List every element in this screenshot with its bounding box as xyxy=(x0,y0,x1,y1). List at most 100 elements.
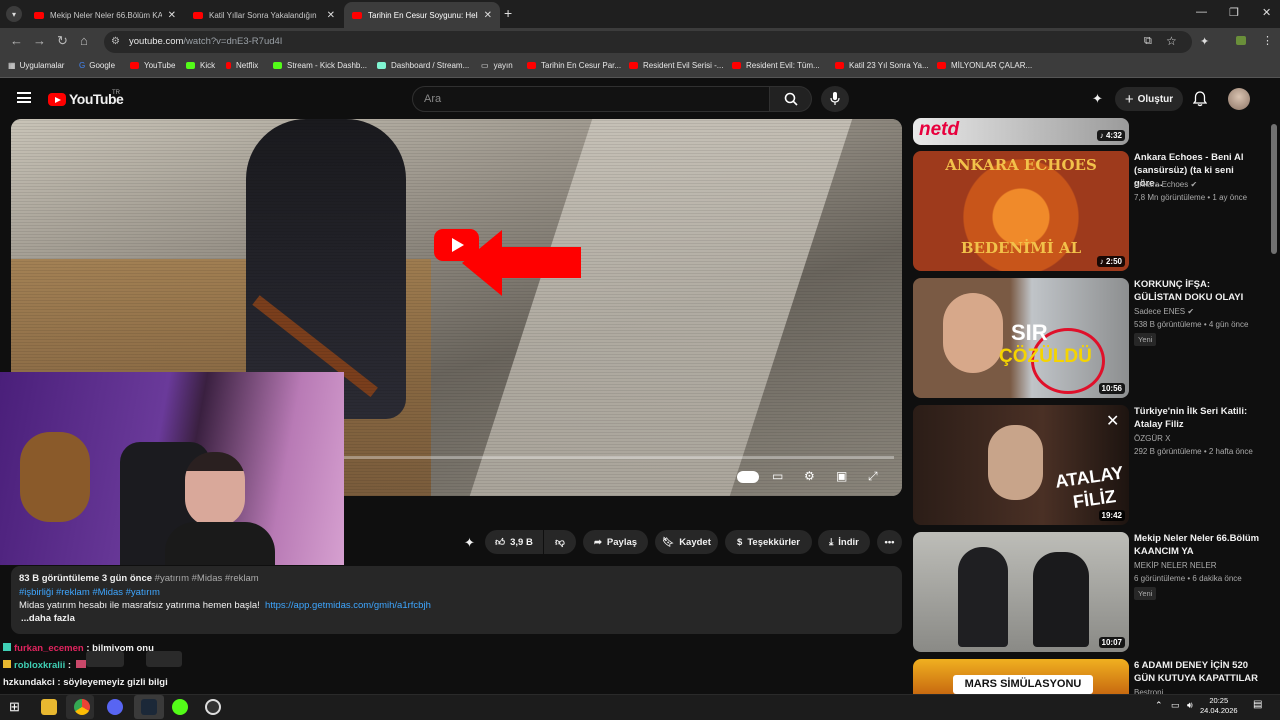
bookmark-google[interactable]: G Google xyxy=(79,61,115,70)
browser-tab-active[interactable]: Tarihin En Cesur Soygunu: Heli ✕ xyxy=(344,2,500,28)
dislike-button[interactable]: 👎︎ xyxy=(544,530,576,554)
video-title[interactable]: 6 ADAMI DENEY İÇİN 520 GÜN KUTUYA KAPATT… xyxy=(1134,659,1260,685)
bookmark-youtube[interactable]: YouTube xyxy=(130,61,175,70)
close-tab-icon[interactable]: ✕ xyxy=(484,10,492,21)
webcam-teddy-bear xyxy=(20,432,90,522)
close-tab-icon[interactable]: ✕ xyxy=(168,10,176,21)
bookmark-kick[interactable]: Kick xyxy=(186,61,215,70)
settings-gear-icon[interactable]: ⚙ xyxy=(804,469,815,483)
hashtags[interactable]: #işbirliği #reklam #Midas #yatırım xyxy=(19,587,160,598)
new-badge: Yeni xyxy=(1134,587,1157,600)
description-link[interactable]: https://app.getmidas.com/gmih/a1rfcbjh xyxy=(265,600,431,611)
channel-name[interactable]: Ankara Echoes ✔ xyxy=(1134,180,1197,189)
video-title[interactable]: KORKUNÇ İFŞA: GÜLİSTAN DOKU OLAYI xyxy=(1134,278,1260,304)
more-actions-button[interactable]: ••• xyxy=(877,530,902,554)
video-title[interactable]: Türkiye'nin İlk Seri Katili: Atalay Fili… xyxy=(1134,405,1260,431)
youtube-favicon-icon xyxy=(193,11,203,19)
play-button-icon[interactable] xyxy=(434,229,479,261)
voice-search-button[interactable] xyxy=(821,86,849,112)
bookmark-star-icon[interactable]: ☆ xyxy=(1166,34,1177,48)
youtube-favicon-icon xyxy=(352,11,362,19)
video-title[interactable]: Mekip Neler Neler 66.Bölüm KAANCIM YA xyxy=(1134,532,1260,558)
channel-name[interactable]: ÖZGÜR X xyxy=(1134,434,1170,443)
sidebar-thumbnail[interactable]: ATALAY FİLİZ 19:42 xyxy=(913,405,1129,525)
fullscreen-icon[interactable]: ⤢ xyxy=(868,469,878,484)
bookmark-streamlabs[interactable]: Dashboard / Stream... xyxy=(377,61,469,70)
windows-start-icon[interactable]: ⊞ xyxy=(9,699,25,715)
bookmark-video[interactable]: Resident Evil Serisi -... xyxy=(629,61,723,70)
browser-tab[interactable]: Katil Yıllar Sonra Yakalandığın ✕ xyxy=(185,2,343,28)
url-text[interactable]: youtube.com/watch?v=dnE3-R7ud4I xyxy=(129,36,282,47)
reload-icon[interactable]: ↻ xyxy=(57,33,68,49)
bookmark-video[interactable]: Resident Evil: Tüm... xyxy=(732,61,820,70)
progress-bar[interactable] xyxy=(344,456,894,459)
minimize-icon[interactable]: — xyxy=(1196,6,1207,18)
browser-tab[interactable]: Mekip Neler Neler 66.Bölüm KA ✕ xyxy=(26,2,184,28)
menu-icon[interactable]: ⋮ xyxy=(1262,34,1273,47)
bookmark-video[interactable]: Katil 23 Yıl Sonra Ya... xyxy=(835,61,929,70)
thumbnail-face xyxy=(988,425,1043,500)
thanks-button[interactable]: $ Teşekkürler xyxy=(725,530,812,554)
chrome-icon[interactable] xyxy=(74,699,90,715)
tab-search-button[interactable]: ▾ xyxy=(6,6,22,22)
channel-name[interactable]: MEKİP NELER NELER xyxy=(1134,561,1217,570)
bookmark-kick-dashboard[interactable]: Stream - Kick Dashb... xyxy=(273,61,367,70)
sidebar-thumbnail[interactable]: netd ♪ 4:32 xyxy=(913,118,1129,145)
download-button[interactable]: ⤓ İndir xyxy=(818,530,870,554)
notification-center-icon[interactable]: ▤ xyxy=(1253,699,1262,710)
sidebar-thumbnail[interactable]: SIR ÇÖZÜLDÜ 10:56 xyxy=(913,278,1129,398)
bookmark-video[interactable]: Tarihin En Cesur Par... xyxy=(527,61,621,70)
duration-badge: 10:07 xyxy=(1098,637,1125,648)
autoplay-toggle[interactable] xyxy=(737,471,759,483)
view-stats: 83 B görüntüleme 3 gün önce #yatırım #Mi… xyxy=(19,573,259,584)
search-input[interactable] xyxy=(412,86,770,112)
new-tab-button[interactable]: + xyxy=(504,5,512,21)
back-icon[interactable]: ← xyxy=(10,33,23,48)
volume-icon[interactable]: 🔊︎ xyxy=(1187,700,1193,711)
duration-badge: 10:56 xyxy=(1098,383,1125,394)
sidebar-thumbnail[interactable]: ANKARA ECHOES BEDENİMİ AL ♪ 2:50 xyxy=(913,151,1129,271)
search-placeholder: Ara xyxy=(424,93,442,105)
scrollbar-thumb[interactable] xyxy=(1271,124,1277,254)
notifications-bell-icon[interactable] xyxy=(1192,91,1208,112)
sidebar-thumbnail[interactable]: MARS SİMÜLASYONU xyxy=(913,659,1129,694)
search-button[interactable] xyxy=(770,86,812,112)
close-window-icon[interactable]: ✕ xyxy=(1262,6,1271,19)
file-explorer-icon[interactable] xyxy=(41,699,57,715)
theater-mode-icon[interactable]: ▣ xyxy=(836,469,847,483)
site-info-icon[interactable]: ⚙ xyxy=(111,36,120,47)
channel-logo-icon: ✕ xyxy=(1106,413,1120,430)
channel-name[interactable]: Sadece ENES ✔ xyxy=(1134,307,1194,316)
bookmark-video[interactable]: MİLYONLAR ÇALAR... xyxy=(937,61,1032,70)
forward-icon[interactable]: → xyxy=(33,33,46,48)
obs-icon[interactable] xyxy=(205,699,221,715)
network-icon[interactable]: ▭ xyxy=(1171,700,1180,711)
account-avatar[interactable] xyxy=(1228,88,1250,110)
show-more-link[interactable]: ...daha fazla xyxy=(21,613,75,624)
sidebar-thumbnail[interactable]: 10:07 xyxy=(913,532,1129,652)
close-tab-icon[interactable]: ✕ xyxy=(327,10,335,21)
bookmark-apps[interactable]: ▦ Uygulamalar xyxy=(8,61,64,70)
restore-icon[interactable]: ❐ xyxy=(1229,6,1239,19)
bookmark-folder-yayin[interactable]: ▭ yayın xyxy=(481,61,513,70)
home-icon[interactable]: ⌂ xyxy=(80,33,88,48)
save-button[interactable]: 🔖︎ Kaydet xyxy=(655,530,718,554)
kick-app-icon[interactable] xyxy=(172,699,188,715)
install-app-icon[interactable]: ⧉ xyxy=(1144,35,1152,48)
extensions-icon[interactable]: ✦ xyxy=(1200,35,1209,48)
create-button[interactable]: + Oluştur xyxy=(1115,87,1183,111)
steam-icon[interactable] xyxy=(141,699,157,715)
guide-menu-icon[interactable] xyxy=(17,92,31,103)
premium-sparkle-icon[interactable]: ✦ xyxy=(464,535,475,551)
bookmark-netflix[interactable]: Netflix xyxy=(226,61,258,70)
share-button[interactable]: ➦ Paylaş xyxy=(583,530,648,554)
premium-sparkle-icon[interactable]: ✦ xyxy=(1092,91,1103,107)
tray-chevron-icon[interactable]: ⌃ xyxy=(1155,700,1163,711)
chat-emote-icon xyxy=(75,660,86,668)
youtube-logo-icon[interactable] xyxy=(48,93,66,106)
subtitles-icon[interactable]: ▭ xyxy=(772,469,783,483)
system-clock[interactable]: 20:25 24.04.2026 xyxy=(1200,696,1238,716)
like-button[interactable]: 👍︎ 3,9 B xyxy=(485,530,543,554)
extension-icon[interactable] xyxy=(1236,36,1246,45)
discord-icon[interactable] xyxy=(107,699,123,715)
